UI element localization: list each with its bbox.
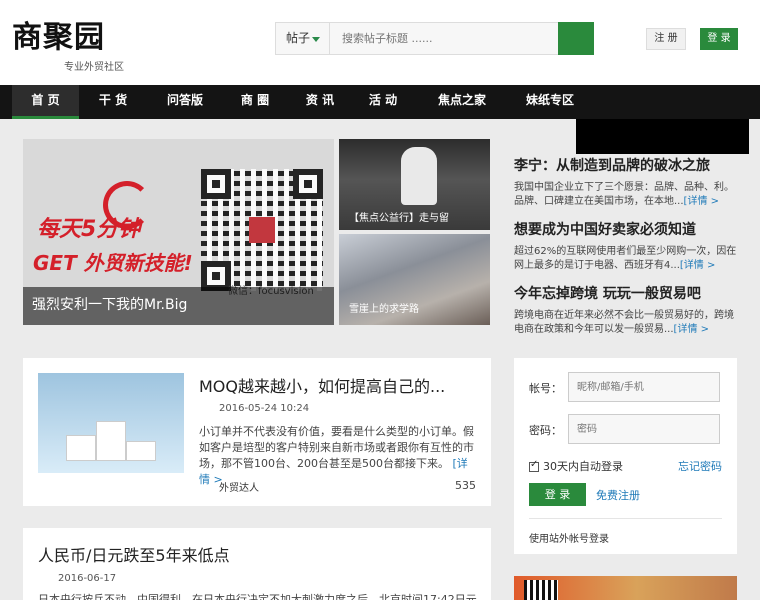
account-input[interactable] <box>568 372 720 402</box>
qr-finder <box>201 169 231 199</box>
banner-slogan: 每天5分钟 <box>37 217 141 242</box>
search-input[interactable] <box>334 23 558 54</box>
search-bar: 帖子 <box>275 22 594 55</box>
remember-label: 30天内自动登录 <box>543 460 623 473</box>
article-summary: 日本央行按兵不动，中国得利。在日本央行决定不加大刺激力度之后，北京时间17:42… <box>38 593 477 600</box>
side-news-list: 李宁：从制造到品牌的破冰之旅 我国中国企业立下了三个愿景：品牌、品种、利。品牌、… <box>514 155 740 347</box>
more-link[interactable]: [详情 > <box>684 196 719 207</box>
checkbox[interactable] <box>529 459 539 472</box>
qr-finder <box>293 169 323 199</box>
article-card: 人民币/日元跌至5年来低点 2016-06-17 日本央行按兵不动，中国得利。在… <box>23 528 491 600</box>
article-card: MOQ越来越小，如何提高自己的... 2016-05-24 10:24 小订单并… <box>23 358 491 506</box>
password-input[interactable] <box>568 414 720 444</box>
free-register-link[interactable]: 免费注册 <box>596 487 640 503</box>
article-image[interactable] <box>38 373 184 473</box>
caret-down-icon <box>312 37 320 42</box>
password-label: 密码： <box>529 424 562 437</box>
podium-icon <box>66 435 96 461</box>
nav-item-focus-home[interactable]: 焦点之家 <box>430 85 494 119</box>
nav-item-news[interactable]: 资 讯 <box>295 85 345 119</box>
search-type-label: 帖子 <box>286 31 311 45</box>
submit-login-button[interactable]: 登 录 <box>529 483 586 506</box>
qr-code-icon <box>524 580 558 600</box>
divider <box>529 518 722 519</box>
side-news-title[interactable]: 今年忘掉跨境 玩玩一般贸易吧 <box>514 283 740 303</box>
logo[interactable]: 商聚园 专业外贸社区 <box>12 20 124 73</box>
more-link[interactable]: [详情 > <box>680 260 715 271</box>
nav-item-home[interactable]: 首 页 <box>12 85 79 119</box>
nav-dropdown-panel <box>576 119 749 154</box>
ad-banner[interactable] <box>514 576 737 600</box>
qr-logo <box>249 217 275 243</box>
article-author[interactable]: 外贸达人 <box>219 479 259 494</box>
view-count: 535 <box>455 479 476 492</box>
banner-slogan-sub: GET 外贸新技能! <box>33 251 193 275</box>
login-button[interactable]: 登 录 <box>700 28 738 50</box>
article-title[interactable]: MOQ越来越小，如何提高自己的... <box>199 373 445 397</box>
nav-item-events[interactable]: 活 动 <box>358 85 408 119</box>
search-type-select[interactable]: 帖子 <box>276 23 330 54</box>
side-news-title[interactable]: 李宁：从制造到品牌的破冰之旅 <box>514 155 740 175</box>
header: 商聚园 专业外贸社区 帖子 注 册 登 录 <box>0 0 760 85</box>
nav-item-circle[interactable]: 商 圈 <box>230 85 280 119</box>
forgot-password-link[interactable]: 忘记密码 <box>678 458 722 474</box>
thumb-caption: 雪崖上的求学路 <box>349 304 419 315</box>
featured-thumb[interactable]: 【焦点公益行】走与留 <box>339 139 490 230</box>
search-button[interactable] <box>558 22 594 55</box>
nav-item-girls[interactable]: 妹纸专区 <box>520 85 580 119</box>
podium-icon <box>126 441 156 461</box>
article-date: 2016-06-17 <box>58 573 117 584</box>
account-label: 帐号： <box>529 382 562 395</box>
article-title[interactable]: 人民币/日元跌至5年来低点 <box>38 542 230 566</box>
banner-caption[interactable]: 强烈安利一下我的Mr.Big <box>23 287 334 325</box>
hero-banner[interactable]: 每天5分钟 GET 外贸新技能! 微信：focusvision 强烈安利一下我的… <box>23 139 334 325</box>
nav-item-qa[interactable]: 问答版 <box>160 85 210 119</box>
side-news-summary: 我国中国企业立下了三个愿景：品牌、品种、利。品牌、口碑建立在美国市场，在本地..… <box>514 182 734 207</box>
logo-text: 商聚园 <box>12 20 105 55</box>
register-button[interactable]: 注 册 <box>646 28 686 50</box>
external-login-text[interactable]: 使用站外帐号登录 <box>529 530 609 545</box>
podium-icon <box>96 421 126 461</box>
qr-code-icon <box>201 169 323 291</box>
side-news-summary: 跨境电商在近年来必然不会比一般贸易好的，跨境电商在政策和今年可以发一般贸易...… <box>514 310 734 335</box>
more-link[interactable]: [详情 > <box>674 324 709 335</box>
featured-thumb[interactable]: 雪崖上的求学路 <box>339 234 490 325</box>
nav-item-tips[interactable]: 干 货 <box>88 85 138 119</box>
login-panel: 帐号： 密码： 30天内自动登录 忘记密码 登 录 免费注册 使用站外帐号登录 <box>514 358 737 554</box>
side-news-summary: 超过62%的互联网使用者们最至少网购一次，因在网上最多的是订于电器、西班牙有4.… <box>514 246 737 271</box>
article-date: 2016-05-24 10:24 <box>219 403 310 414</box>
remember-me[interactable]: 30天内自动登录 <box>529 458 623 474</box>
thumb-caption: 【焦点公益行】走与留 <box>349 213 449 224</box>
main-nav: 首 页 干 货 问答版 商 圈 资 讯 活 动 焦点之家 妹纸专区 <box>0 85 760 119</box>
person-photo <box>401 147 437 205</box>
side-news-title[interactable]: 想要成为中国好卖家必须知道 <box>514 219 740 239</box>
logo-subtitle: 专业外贸社区 <box>64 62 124 73</box>
